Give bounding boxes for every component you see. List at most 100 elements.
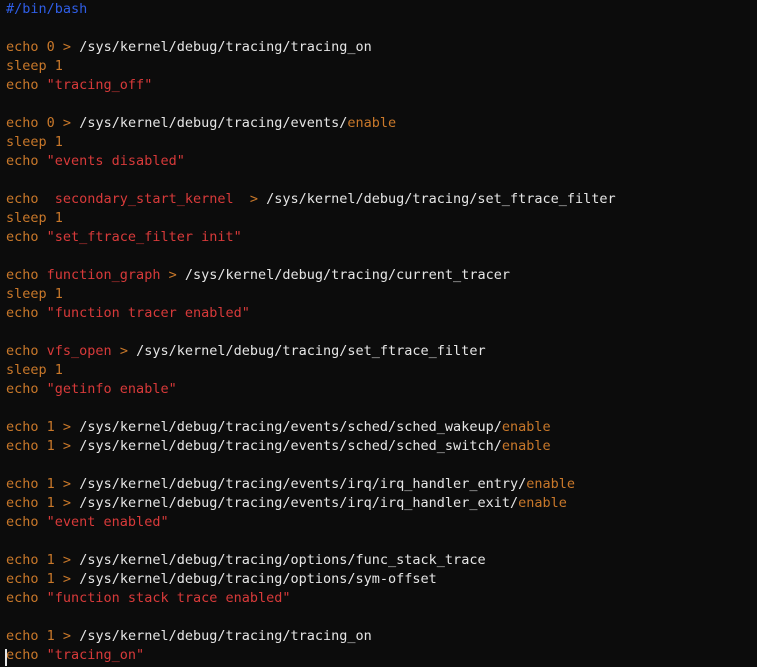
code-token-path: /sys/kernel/debug/tracing/options/sym-of… [79,571,437,587]
code-token-path: /sys/kernel/debug/tracing/set_ftrace_fil… [136,343,486,359]
code-token-path: /sys/kernel/debug/tracing/events/irq/irq… [79,476,527,492]
code-line[interactable] [6,171,616,190]
code-token-op: > [54,438,80,454]
code-line[interactable]: sleep 1 [6,285,616,304]
code-token-kw: echo [6,552,39,568]
code-token-path: /sys/kernel/debug/tracing/options/func_s… [79,552,486,568]
code-line[interactable]: echo 1 > /sys/kernel/debug/tracing/optio… [6,551,616,570]
code-token-kw: echo [6,495,39,511]
code-token-op: > [160,267,185,283]
code-line[interactable]: sleep 1 [6,133,616,152]
code-token-op: > [54,115,80,131]
code-token-kw: echo [6,438,39,454]
code-token-num: 1 [54,362,63,378]
code-line[interactable]: echo "set_ftrace_filter init" [6,228,616,247]
code-line[interactable]: #/bin/bash [6,0,616,19]
code-line[interactable]: echo vfs_open > /sys/kernel/debug/tracin… [6,342,616,361]
code-line[interactable] [6,247,616,266]
code-token-op: > [54,571,80,587]
code-line[interactable]: echo "tracing_off" [6,76,616,95]
code-line[interactable]: echo "function tracer enabled" [6,304,616,323]
code-token-str: "function tracer enabled" [46,305,250,321]
code-line[interactable]: echo "function stack trace enabled" [6,589,616,608]
code-token-num: 1 [54,58,63,74]
code-token-str: "event enabled" [46,514,169,530]
text-cursor [5,649,7,666]
code-line[interactable]: echo "event enabled" [6,513,616,532]
code-token-kw: sleep [6,362,47,378]
code-token-num: 1 [46,628,55,644]
code-token-num: 0 [46,115,55,131]
code-token-path: /sys/kernel/debug/tracing/events/sched/s… [79,419,502,435]
code-line[interactable]: echo 1 > /sys/kernel/debug/tracing/event… [6,418,616,437]
code-line[interactable]: echo "getinfo enable" [6,380,616,399]
code-token-kw: sleep [6,210,47,226]
code-token-num: 1 [54,210,63,226]
code-token-kw: echo [6,419,39,435]
code-area[interactable]: #/bin/bash echo 0 > /sys/kernel/debug/tr… [6,0,616,665]
code-token-path: /sys/kernel/debug/tracing/tracing_on [79,39,372,55]
code-line[interactable] [6,323,616,342]
code-token-path: /sys/kernel/debug/tracing/events/sched/s… [79,438,502,454]
code-line[interactable]: sleep 1 [6,209,616,228]
code-token-str: "tracing_on" [46,647,145,663]
code-line[interactable]: echo 1 > /sys/kernel/debug/tracing/optio… [6,570,616,589]
code-line[interactable]: sleep 1 [6,57,616,76]
code-token-kw: echo [6,191,39,207]
code-line[interactable] [6,95,616,114]
code-line[interactable]: echo 1 > /sys/kernel/debug/tracing/traci… [6,627,616,646]
code-token-str: vfs_open [46,343,112,359]
code-line[interactable]: echo 0 > /sys/kernel/debug/tracing/traci… [6,38,616,57]
code-line[interactable]: echo secondary_start_kernel > /sys/kerne… [6,190,616,209]
code-token-kw: enable [526,476,575,492]
code-line[interactable]: echo 1 > /sys/kernel/debug/tracing/event… [6,475,616,494]
code-token-kw: echo [6,153,39,169]
code-line[interactable]: echo 1 > /sys/kernel/debug/tracing/event… [6,494,616,513]
code-token-kw: echo [6,590,39,606]
code-token-kw: echo [6,343,39,359]
code-token-op: > [54,39,80,55]
code-line[interactable]: echo "events disabled" [6,152,616,171]
code-token-kw: echo [6,628,39,644]
script-editor[interactable]: #/bin/bash echo 0 > /sys/kernel/debug/tr… [0,0,757,667]
code-line[interactable]: echo 1 > /sys/kernel/debug/tracing/event… [6,437,616,456]
code-line[interactable]: sleep 1 [6,361,616,380]
code-token-kw: echo [6,514,39,530]
code-token-kw: sleep [6,134,47,150]
code-token-num: 0 [46,39,55,55]
code-token-op: > [111,343,137,359]
code-line[interactable] [6,19,616,38]
code-token-kw: enable [501,419,551,435]
code-token-num: 1 [46,495,55,511]
code-token-kw: echo [6,381,39,397]
code-token-str: "events disabled" [46,153,185,169]
code-token-op: > [54,419,80,435]
code-token-num: 1 [46,419,55,435]
code-line[interactable]: echo function_graph > /sys/kernel/debug/… [6,266,616,285]
code-token-kw: echo [6,77,39,93]
code-line[interactable] [6,399,616,418]
code-line[interactable] [6,608,616,627]
code-line[interactable]: echo "tracing_on" [6,646,616,665]
code-line[interactable] [6,456,616,475]
code-line[interactable] [6,532,616,551]
code-token-kw: echo [6,229,39,245]
code-line[interactable]: echo 0 > /sys/kernel/debug/tracing/event… [6,114,616,133]
